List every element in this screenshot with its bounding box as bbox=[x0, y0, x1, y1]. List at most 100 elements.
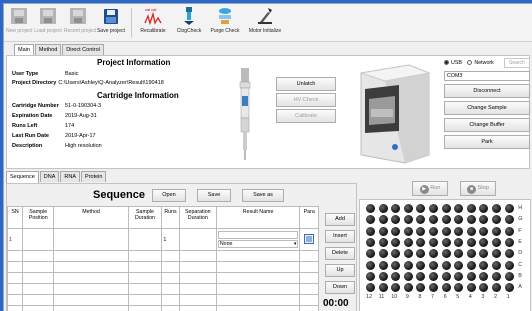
well-G3[interactable] bbox=[479, 215, 489, 225]
well-B9[interactable] bbox=[403, 271, 413, 281]
well-D2[interactable] bbox=[492, 249, 501, 259]
table-row[interactable]: 1 1 None ▾ bbox=[6, 228, 319, 251]
well-A12[interactable] bbox=[366, 283, 375, 293]
network-radio[interactable] bbox=[467, 60, 473, 65]
well-H4[interactable] bbox=[466, 204, 476, 213]
well-B5[interactable] bbox=[454, 271, 464, 281]
well-A10[interactable] bbox=[391, 283, 401, 293]
well-A4[interactable] bbox=[466, 283, 476, 293]
well-G5[interactable] bbox=[454, 215, 464, 225]
well-A6[interactable] bbox=[441, 283, 451, 293]
well-G9[interactable] bbox=[403, 215, 413, 225]
change-buffer-button[interactable]: Change Buffer bbox=[444, 118, 530, 132]
motor-initialize-button[interactable]: Motor Initialize bbox=[245, 6, 285, 41]
well-H1[interactable] bbox=[504, 204, 514, 213]
table-row[interactable] bbox=[6, 250, 319, 262]
table-row[interactable] bbox=[6, 261, 319, 273]
save-button[interactable]: Save bbox=[197, 189, 231, 202]
table-row[interactable] bbox=[6, 272, 319, 284]
well-F8[interactable] bbox=[416, 226, 426, 236]
new-project-button[interactable]: New project bbox=[6, 6, 32, 41]
purge-check-button[interactable]: Purge Check bbox=[207, 6, 243, 41]
well-G8[interactable] bbox=[416, 215, 426, 225]
well-C10[interactable] bbox=[391, 260, 401, 270]
load-project-button[interactable]: Load project bbox=[34, 6, 62, 41]
clog-check-button[interactable]: ClogCheck bbox=[174, 6, 204, 41]
well-C12[interactable] bbox=[366, 260, 375, 270]
cell-separation-duration[interactable] bbox=[178, 228, 217, 251]
park-button[interactable]: Park bbox=[444, 135, 530, 149]
well-F5[interactable] bbox=[454, 226, 464, 236]
well-D11[interactable] bbox=[378, 249, 388, 259]
down-button[interactable]: Down bbox=[325, 281, 355, 294]
cell-sn[interactable]: 1 bbox=[6, 228, 24, 251]
well-F2[interactable] bbox=[492, 226, 501, 236]
well-F11[interactable] bbox=[378, 226, 388, 236]
tab-rna[interactable]: RNA bbox=[60, 171, 81, 182]
well-C8[interactable] bbox=[416, 260, 426, 270]
well-H7[interactable] bbox=[429, 204, 438, 213]
well-D10[interactable] bbox=[391, 249, 401, 259]
well-D8[interactable] bbox=[416, 249, 426, 259]
well-H2[interactable] bbox=[492, 204, 501, 213]
result-name-input[interactable] bbox=[217, 231, 299, 239]
well-C2[interactable] bbox=[492, 260, 501, 270]
well-E1[interactable] bbox=[504, 237, 514, 247]
add-button[interactable]: Add bbox=[325, 213, 355, 226]
hv-check-button[interactable]: HV Check bbox=[276, 93, 336, 107]
well-G4[interactable] bbox=[466, 215, 476, 225]
usb-radio[interactable] bbox=[444, 60, 449, 65]
well-F3[interactable] bbox=[479, 226, 489, 236]
well-G7[interactable] bbox=[429, 215, 438, 225]
save-as-button[interactable]: Save as bbox=[242, 189, 284, 202]
well-B3[interactable] bbox=[479, 271, 489, 281]
cell-sample-position[interactable] bbox=[22, 228, 55, 251]
well-D3[interactable] bbox=[479, 249, 489, 259]
well-H10[interactable] bbox=[391, 204, 401, 213]
recalibrate-button[interactable]: cal cal Recalibrate bbox=[135, 6, 171, 41]
well-F10[interactable] bbox=[391, 226, 401, 236]
well-B4[interactable] bbox=[466, 271, 476, 281]
well-E7[interactable] bbox=[429, 237, 438, 247]
well-H12[interactable] bbox=[366, 204, 375, 213]
well-A5[interactable] bbox=[454, 283, 464, 293]
well-D4[interactable] bbox=[466, 249, 476, 259]
well-H6[interactable] bbox=[441, 204, 451, 213]
calibrate-button[interactable]: Calibrate bbox=[276, 109, 336, 123]
tab-dna[interactable]: DNA bbox=[39, 171, 60, 182]
well-A11[interactable] bbox=[378, 283, 388, 293]
well-E2[interactable] bbox=[492, 237, 501, 247]
well-C5[interactable] bbox=[454, 260, 464, 270]
well-G11[interactable] bbox=[378, 215, 388, 225]
well-B2[interactable] bbox=[492, 271, 501, 281]
well-A7[interactable] bbox=[429, 283, 438, 293]
up-button[interactable]: Up bbox=[325, 264, 355, 277]
well-E9[interactable] bbox=[403, 237, 413, 247]
well-E3[interactable] bbox=[479, 237, 489, 247]
delete-button[interactable]: Delete bbox=[325, 247, 355, 260]
well-F7[interactable] bbox=[429, 226, 438, 236]
search-button[interactable]: Search bbox=[504, 58, 530, 68]
recent-project-button[interactable]: Recent project bbox=[64, 6, 96, 41]
well-G2[interactable] bbox=[492, 215, 501, 225]
well-E12[interactable] bbox=[366, 237, 375, 247]
well-C6[interactable] bbox=[441, 260, 451, 270]
well-C4[interactable] bbox=[466, 260, 476, 270]
well-D7[interactable] bbox=[429, 249, 438, 259]
well-H3[interactable] bbox=[479, 204, 489, 213]
table-row[interactable] bbox=[6, 294, 319, 306]
well-D9[interactable] bbox=[403, 249, 413, 259]
insert-button[interactable]: Insert bbox=[325, 230, 355, 243]
well-A8[interactable] bbox=[416, 283, 426, 293]
change-sample-button[interactable]: Change Sample bbox=[444, 101, 530, 115]
well-B10[interactable] bbox=[391, 271, 401, 281]
well-C3[interactable] bbox=[479, 260, 489, 270]
method-select[interactable]: None ▾ bbox=[217, 240, 299, 248]
well-D12[interactable] bbox=[366, 249, 375, 259]
well-A3[interactable] bbox=[479, 283, 489, 293]
tab-direct-control[interactable]: Direct Control bbox=[62, 44, 104, 55]
cell-result-name[interactable]: None ▾ bbox=[215, 228, 301, 251]
cell-para[interactable] bbox=[299, 228, 319, 251]
well-D6[interactable] bbox=[441, 249, 451, 259]
disconnect-button[interactable]: Disconnect bbox=[444, 84, 530, 98]
